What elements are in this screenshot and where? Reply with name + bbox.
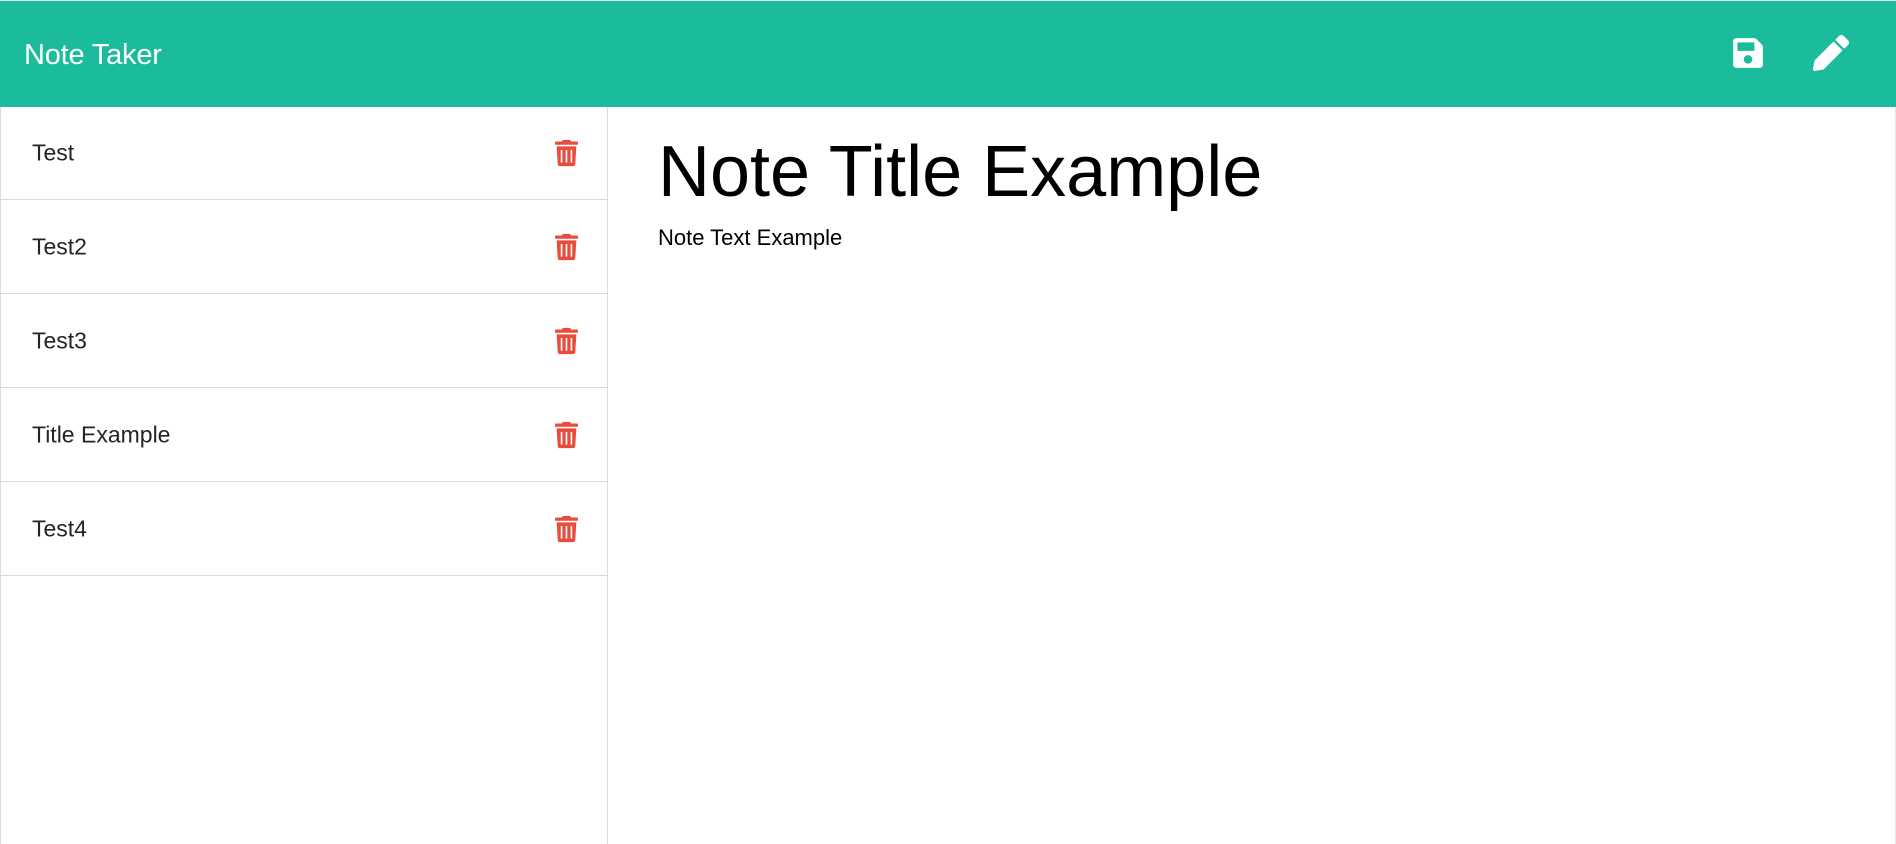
app-brand[interactable]: Note Taker	[24, 38, 162, 72]
trash-icon	[554, 327, 578, 354]
note-list-item-title: Test4	[32, 515, 87, 541]
note-title-input[interactable]	[658, 127, 1838, 217]
delete-note-button[interactable]	[553, 325, 579, 357]
note-list-item[interactable]: Test3	[1, 294, 607, 388]
note-list-item[interactable]: Test2	[1, 200, 607, 294]
note-list-item[interactable]: Test	[1, 107, 607, 200]
note-list-item[interactable]: Title Example	[1, 388, 607, 482]
save-icon	[1733, 38, 1763, 68]
note-list-item-title: Test3	[32, 327, 87, 353]
note-list-item[interactable]: Test4	[1, 482, 607, 576]
note-list-item-title: Title Example	[32, 421, 171, 447]
note-editor: Note Text Example	[608, 107, 1896, 844]
delete-note-button[interactable]	[553, 137, 579, 169]
notes-list: Test Test2 Test3 Title Example Test4	[1, 107, 607, 576]
trash-icon	[554, 421, 578, 448]
delete-note-button[interactable]	[553, 513, 579, 545]
delete-note-button[interactable]	[553, 419, 579, 451]
trash-icon	[554, 139, 578, 167]
delete-note-button[interactable]	[553, 231, 579, 263]
note-list-item-title: Test	[32, 139, 75, 166]
pencil-icon	[1813, 35, 1849, 71]
note-list-item-title: Test2	[32, 233, 87, 259]
trash-icon	[554, 515, 578, 542]
notes-sidebar: Test Test2 Test3 Title Example Test4	[0, 107, 608, 844]
trash-icon	[554, 233, 578, 260]
new-note-button[interactable]	[1811, 31, 1851, 75]
save-note-button[interactable]	[1728, 31, 1768, 75]
navbar: Note Taker	[0, 0, 1896, 107]
note-text-textarea[interactable]: Note Text Example	[658, 224, 1838, 804]
